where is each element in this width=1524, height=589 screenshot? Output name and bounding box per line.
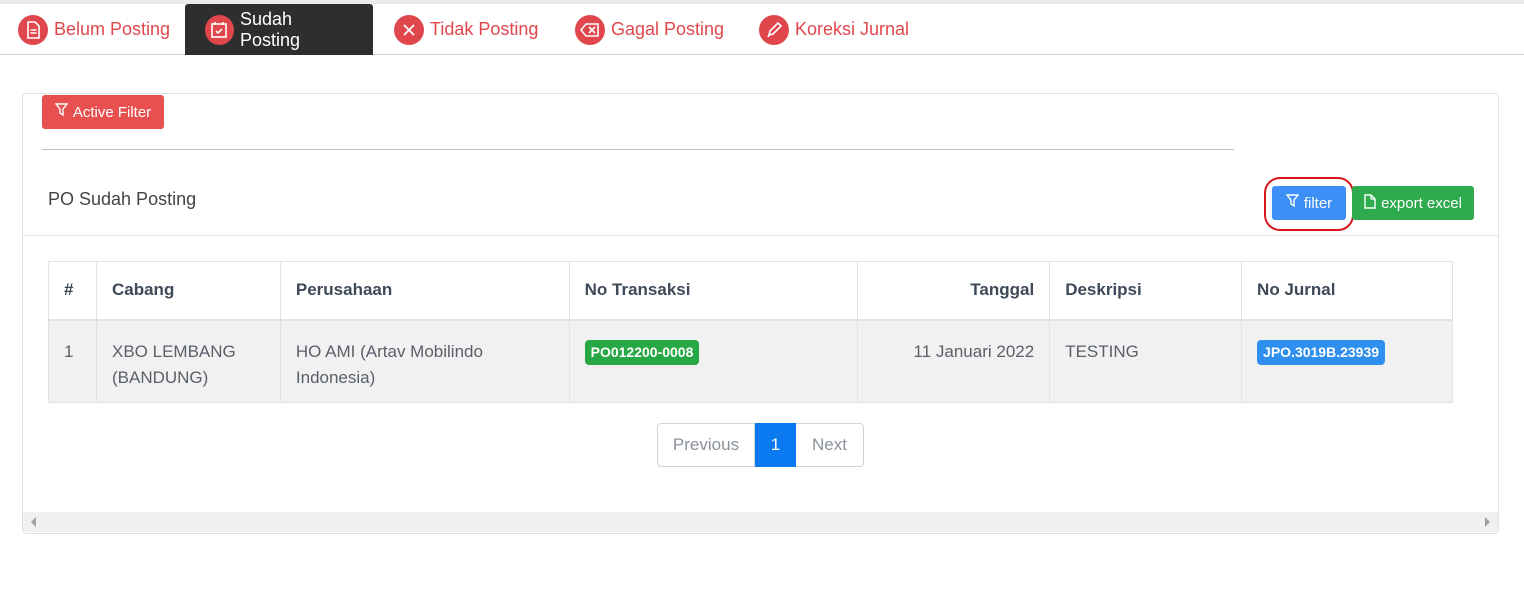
filter-button[interactable]: filter [1272, 186, 1346, 220]
tab-label: Gagal Posting [611, 19, 725, 39]
tab-koreksi-jurnal[interactable]: Koreksi Jurnal [759, 4, 909, 55]
col-header-no[interactable]: # [48, 261, 97, 321]
page-1-button[interactable]: 1 [755, 423, 796, 467]
col-header-no-transaksi[interactable]: No Transaksi [568, 261, 859, 321]
table-header-row: # Cabang Perusahaan No Transaksi Tanggal… [48, 261, 1453, 321]
panel-header-divider [23, 235, 1498, 236]
posting-card: Active Filter PO Sudah Posting filter ex… [22, 93, 1499, 534]
posting-table: # Cabang Perusahaan No Transaksi Tanggal… [48, 261, 1453, 403]
tab-gagal-posting[interactable]: Gagal Posting [575, 4, 724, 55]
cell-no-jurnal: JPO.3019B.23939 [1241, 319, 1453, 403]
scroll-right-icon[interactable] [1485, 517, 1490, 527]
panel-title: PO Sudah Posting [48, 189, 197, 209]
cell-cabang: XBO LEMBANG (BANDUNG) [95, 319, 281, 403]
filter-divider [42, 149, 1234, 150]
cell-tanggal: 11 Januari 2022 [857, 319, 1051, 403]
active-filter-button[interactable]: Active Filter [42, 95, 164, 129]
horizontal-scrollbar[interactable] [23, 512, 1498, 532]
backspace-icon [575, 14, 605, 45]
pencil-icon [759, 14, 789, 45]
scroll-left-icon[interactable] [31, 517, 36, 527]
col-header-perusahaan[interactable]: Perusahaan [279, 261, 570, 321]
cell-deskripsi: TESTING [1049, 319, 1243, 403]
tab-belum-posting[interactable]: Belum Posting [18, 4, 170, 55]
file-icon [1364, 193, 1376, 213]
transaction-badge[interactable]: PO012200-0008 [584, 339, 700, 365]
cell-perusahaan: HO AMI (Artav Mobilindo Indonesia) [279, 319, 570, 403]
x-circle-icon [394, 14, 424, 45]
tab-label: Koreksi Jurnal [795, 19, 910, 39]
tab-tidak-posting[interactable]: Tidak Posting [394, 4, 538, 55]
table-row[interactable]: 1 XBO LEMBANG (BANDUNG) HO AMI (Artav Mo… [48, 319, 1453, 403]
pagination: Previous 1 Next [657, 423, 864, 467]
document-icon [18, 14, 48, 45]
col-header-tanggal[interactable]: Tanggal [857, 261, 1051, 321]
cell-no-transaksi: PO012200-0008 [568, 319, 859, 403]
next-page-button[interactable]: Next [796, 423, 864, 467]
tab-label: Tidak Posting [430, 19, 539, 39]
col-header-no-jurnal[interactable]: No Jurnal [1241, 261, 1453, 321]
calendar-check-icon [205, 14, 234, 45]
active-filter-label: Active Filter [72, 103, 152, 121]
funnel-icon [1285, 194, 1300, 212]
export-excel-button[interactable]: export excel [1352, 186, 1474, 220]
funnel-icon [54, 103, 69, 121]
tab-label: Belum Posting [54, 19, 171, 39]
previous-page-button[interactable]: Previous [657, 423, 755, 467]
export-label: export excel [1381, 194, 1462, 212]
journal-badge[interactable]: JPO.3019B.23939 [1257, 339, 1386, 365]
tab-sudah-posting[interactable]: Sudah Posting [185, 4, 373, 55]
cell-no: 1 [48, 319, 97, 403]
tab-bar: Belum Posting Sudah Posting Tidak Postin… [0, 4, 1524, 55]
filter-label: filter [1303, 194, 1333, 212]
tab-label: Sudah Posting [239, 8, 301, 50]
col-header-cabang[interactable]: Cabang [95, 261, 281, 321]
col-header-deskripsi[interactable]: Deskripsi [1049, 261, 1243, 321]
